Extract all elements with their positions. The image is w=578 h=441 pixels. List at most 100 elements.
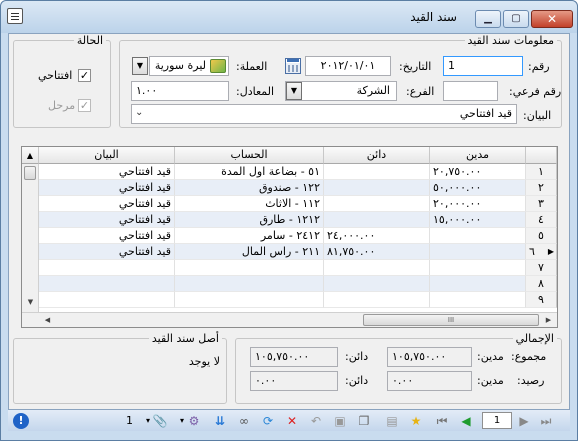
grid-cell-credit[interactable]: ٢٤,٠٠٠.٠٠ [324,228,430,244]
grid-cell-note[interactable]: قيد افتتاحي [39,164,175,180]
paste-icon: ▣ [334,414,346,428]
sum-debit-value: ١٠٥,٧٥٠.٠٠ [387,347,472,367]
refresh-icon[interactable]: ⟳ [260,413,276,429]
grid-cell-debit[interactable] [430,276,526,292]
paperclip-icon[interactable]: 📎 [152,413,168,429]
scroll-right-arrow-icon[interactable]: ▶ [541,313,556,327]
grid-cell-debit[interactable]: ١٥,٠٠٠.٠٠ [430,212,526,228]
grid-vertical-scrollbar[interactable]: ▼ [22,164,39,312]
header-debit[interactable]: مدين [430,147,526,164]
grid-cell-credit[interactable] [324,180,430,196]
grid-cell-account[interactable]: ٢١١ - راس المال [175,244,324,260]
grid-cell-note[interactable] [39,292,175,308]
balance-debit-value: ٠.٠٠ [387,371,472,391]
grid-cell-debit[interactable] [430,244,526,260]
grid-cell-account[interactable] [175,276,324,292]
header-account[interactable]: الحساب [175,147,324,164]
origin-value: لا يوجد [188,355,220,368]
calendar-icon[interactable] [285,58,301,74]
grid-cell-credit[interactable] [324,196,430,212]
date-input[interactable]: ٢٠١٢/٠١/٠١ [305,56,391,76]
currency-dropdown-button[interactable]: ▼ [132,57,148,75]
record-number-input[interactable]: 1 [482,412,512,429]
grid-cell-account[interactable] [175,292,324,308]
grid-cell-credit[interactable] [324,212,430,228]
date-label: التاريخ: [399,60,432,73]
grid-corner: ▲ [22,147,39,164]
close-button[interactable]: ✕ [531,10,573,28]
branch-dropdown-button[interactable]: ▼ [286,82,302,100]
grid-cell-account[interactable] [175,260,324,276]
grid-cell-credit[interactable] [324,260,430,276]
link-icon[interactable]: ∞ [236,413,252,429]
currency-label: العملة: [236,60,268,73]
grid-cell-note[interactable]: قيد افتتاحي [39,180,175,196]
opening-checkbox[interactable]: ✓ [78,69,91,82]
status-group: الحالة ✓ افتتاحي ✓ مرحل [13,34,111,128]
grid-cell-note[interactable]: قيد افتتاحي [39,244,175,260]
maximize-button[interactable]: ▢ [503,10,529,28]
favorite-star-icon[interactable]: ★ [408,413,424,429]
sum-credit-value: ١٠٥,٧٥٠.٠٠ [250,347,338,367]
last-record-icon[interactable]: ⏭ [538,413,554,429]
grid-cell-debit[interactable]: ٥٠,٠٠٠.٠٠ [430,180,526,196]
scroll-down-arrow-icon[interactable]: ▼ [23,295,38,310]
grid-cell-debit[interactable] [430,260,526,276]
sort-icon[interactable]: ⇊ [212,413,228,429]
grid-cell-credit[interactable] [324,292,430,308]
grid-cell-debit[interactable] [430,228,526,244]
form-client-area: الحالة ✓ افتتاحي ✓ مرحل معلومات سند القي… [8,33,570,431]
grid-cell-debit[interactable] [430,292,526,308]
grid-cell-note[interactable] [39,276,175,292]
rate-input[interactable]: ١.٠٠ [131,81,229,101]
grid-cell-account[interactable]: ١١٢ - الاثاث [175,196,324,212]
next-record-icon[interactable]: ▶ [516,413,532,429]
grid-cell-credit[interactable]: ٨١,٧٥٠.٠٠ [324,244,430,260]
tools-icon[interactable]: ⚙ [186,413,202,429]
grid-cell-n: ٥ [526,228,557,244]
header-statement[interactable]: البيان [39,147,175,164]
status-legend: الحالة [73,34,106,47]
entries-grid: ▲ البيان الحساب دائن مدين قيد افتتاحي ٥١ … [21,146,558,328]
header-row-number [526,147,557,164]
grid-cell-n: ٣ [526,196,557,212]
grid-cell-n: ٩ [526,292,557,308]
grid-horizontal-scrollbar[interactable]: ◀ III ▶ [22,312,557,327]
copy-icon[interactable]: ❐ [356,413,372,429]
sum-debit-label: مدين: [477,350,504,363]
grid-cell-note[interactable]: قيد افتتاحي [39,196,175,212]
current-row-pointer-icon: ▶ [547,247,554,256]
scroll-left-arrow-icon[interactable]: ◀ [40,313,55,327]
grid-cell-credit[interactable] [324,164,430,180]
opening-label: افتتاحي [38,69,73,82]
voucher-window: سند القيد ▁ ▢ ✕ الحالة ✓ افتتاحي ✓ مرحل … [0,0,578,441]
grid-cell-account[interactable]: ١٢٢ - صندوق [175,180,324,196]
horizontal-scroll-thumb[interactable]: III [363,314,539,326]
statement-input[interactable]: قيد افتتاحي [131,104,517,124]
grid-cell-debit[interactable]: ٢٠,٠٠٠.٠٠ [430,196,526,212]
minimize-button[interactable]: ▁ [475,10,501,28]
first-record-icon[interactable]: ⏮ [434,413,450,429]
info-icon[interactable]: ! [13,413,29,429]
app-menu-icon[interactable] [7,8,23,24]
statement-label: البيان: [523,109,552,122]
grid-cell-note[interactable]: قيد افتتاحي [39,228,175,244]
statement-dropdown-icon[interactable]: ⌄ [135,107,143,118]
grid-cell-debit[interactable]: ٢٠,٧٥٠.٠٠ [430,164,526,180]
grid-cell-account[interactable]: ٥١ - بضاعة اول المدة [175,164,324,180]
grid-cell-account[interactable]: ١٢١٢ - طارق [175,212,324,228]
sub-number-label: رقم فرعي: [509,85,562,98]
previous-record-icon[interactable]: ◀ [458,413,474,429]
sub-number-input[interactable] [443,81,498,101]
number-input[interactable]: 1 [443,56,523,76]
grid-cell-account[interactable]: ٢٤١٢ - سامر [175,228,324,244]
grid-cell-note[interactable]: قيد افتتاحي [39,212,175,228]
grid-cell-credit[interactable] [324,276,430,292]
grid-cell-n: ١ [526,164,557,180]
vertical-scroll-thumb[interactable] [24,166,36,180]
grid-cell-note[interactable] [39,260,175,276]
delete-icon[interactable]: ✕ [284,413,300,429]
totals-legend: الإجمالي [512,332,557,345]
title-bar: سند القيد ▁ ▢ ✕ [1,1,577,33]
header-credit[interactable]: دائن [324,147,430,164]
